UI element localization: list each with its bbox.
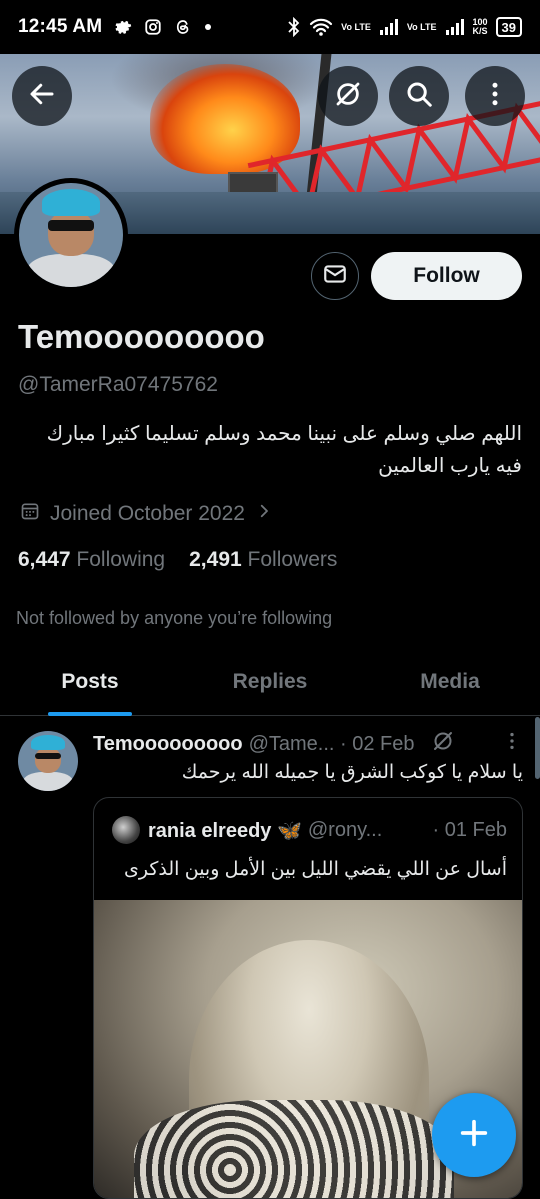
- grok-icon[interactable]: [431, 729, 455, 759]
- more-options-button[interactable]: [465, 66, 525, 126]
- status-right-icons: Vo LTE Vo LTE 100 K/S 39: [287, 17, 522, 37]
- more-vertical-icon[interactable]: [501, 730, 523, 758]
- follow-stats: 6,447 Following 2,491 Followers: [18, 548, 337, 572]
- net-speed: 100 K/S: [473, 18, 488, 36]
- user-handle: @TamerRa07475762: [18, 373, 218, 396]
- following-link[interactable]: 6,447 Following: [18, 548, 165, 572]
- grok-icon: [333, 79, 363, 114]
- quote-date: · 01 Feb: [432, 818, 507, 841]
- post-meta: @Tame... · 02 Feb: [248, 732, 415, 755]
- following-label: Following: [76, 548, 166, 571]
- status-bar: 12:45 AM Vo LTE Vo LTE 100 K/S 39: [0, 0, 540, 54]
- profile-avatar[interactable]: [14, 178, 128, 292]
- not-followed-note: Not followed by anyone you’re following: [16, 608, 333, 628]
- status-time: 12:45 AM: [18, 16, 103, 37]
- net-speed-unit: K/S: [472, 26, 488, 36]
- volte-signal-icon: [379, 18, 399, 36]
- quote-author: rania elreedy 🦋: [148, 819, 302, 842]
- profile-bio: اللهم صلي وسلم على نبينا محمد وسلم تسليم…: [46, 423, 522, 477]
- followers-link[interactable]: 2,491 Followers: [189, 548, 337, 572]
- battery-indicator: 39: [495, 17, 522, 37]
- bluetooth-icon: [287, 17, 301, 37]
- post-text: يا سلام يا كوكب الشرق يا جميله الله يرحم…: [181, 762, 523, 783]
- follow-button[interactable]: Follow: [371, 252, 522, 300]
- instagram-icon: [144, 18, 162, 36]
- wifi-icon: [309, 17, 333, 37]
- back-button[interactable]: [12, 66, 72, 126]
- quote-handle: @rony...: [307, 818, 383, 841]
- profile-tabs: Posts Replies Media: [0, 648, 540, 716]
- volte-label: Vo LTE: [341, 21, 371, 32]
- following-count: 6,447: [18, 548, 71, 571]
- followers-label: Followers: [247, 548, 338, 571]
- quote-avatar: [112, 816, 140, 844]
- more-vertical-icon: [480, 79, 510, 114]
- post-avatar[interactable]: [18, 731, 78, 791]
- dot-icon: [204, 23, 212, 31]
- chevron-right-icon: [255, 502, 273, 526]
- grok-button[interactable]: [318, 66, 378, 126]
- search-button[interactable]: [389, 66, 449, 126]
- avatar-image: [19, 183, 123, 287]
- joined-label: Joined October 2022: [50, 502, 245, 525]
- post-header: Temooooooooo @Tame... · 02 Feb: [93, 729, 523, 759]
- tab-posts[interactable]: Posts: [0, 648, 180, 715]
- tab-replies[interactable]: Replies: [180, 648, 360, 715]
- followers-count: 2,491: [189, 548, 242, 571]
- display-name: Temooooooooo: [18, 318, 265, 355]
- gear-icon: [114, 18, 132, 36]
- post-author[interactable]: Temooooooooo: [93, 733, 243, 756]
- envelope-icon: [322, 261, 348, 292]
- plus-icon: [457, 1116, 491, 1155]
- search-icon: [404, 79, 434, 114]
- threads-icon: [174, 18, 192, 36]
- volte-label-2: Vo LTE: [406, 21, 437, 32]
- joined-date[interactable]: Joined October 2022: [20, 501, 273, 527]
- scroll-indicator: [535, 717, 540, 779]
- tab-media[interactable]: Media: [360, 648, 540, 715]
- volte-signal-icon: [445, 18, 465, 36]
- media-dress: [134, 1100, 454, 1198]
- quote-text: أسال عن اللي يقضي الليل بين الأمل وبين ا…: [124, 859, 507, 880]
- calendar-icon: [20, 501, 40, 527]
- quote-header: rania elreedy 🦋 @rony... · 01 Feb: [112, 816, 507, 844]
- status-left-icons: [114, 18, 212, 36]
- message-button[interactable]: [311, 252, 359, 300]
- arrow-left-icon: [27, 79, 57, 114]
- compose-button[interactable]: [432, 1093, 516, 1177]
